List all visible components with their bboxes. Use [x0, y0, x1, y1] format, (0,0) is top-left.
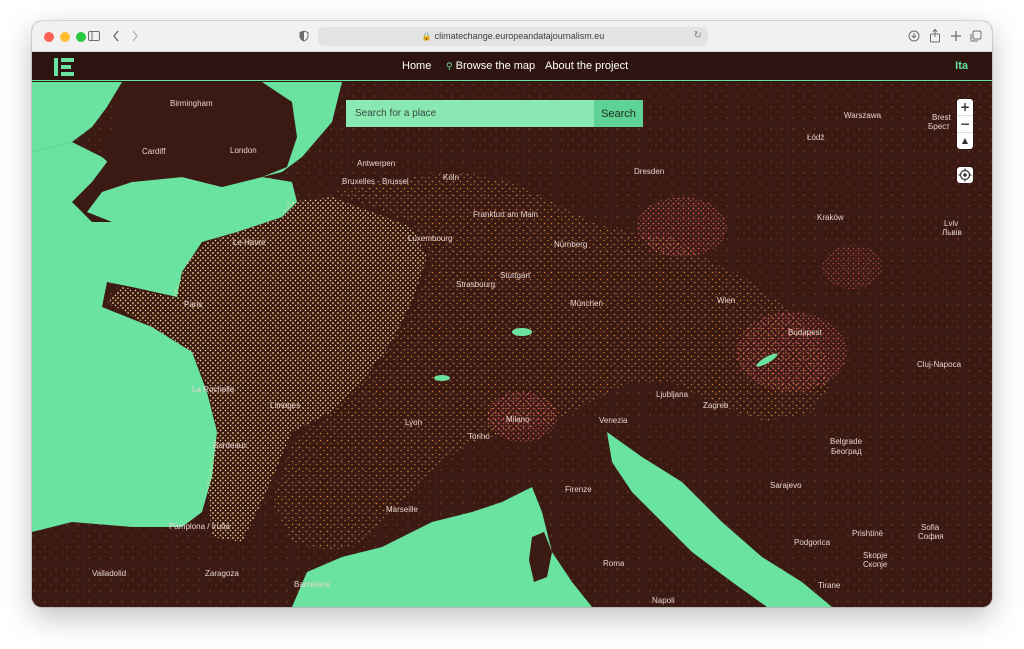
minimize-window-button[interactable]	[60, 32, 70, 42]
place-search: Search	[346, 100, 643, 127]
city-label: Wien	[717, 296, 735, 305]
share-icon[interactable]	[929, 28, 941, 44]
city-label: Bordeaux	[213, 441, 247, 450]
city-label: London	[230, 146, 257, 155]
city-label: Strasbourg	[456, 280, 495, 289]
city-label: Limoges	[270, 401, 300, 410]
lake-constance	[512, 328, 532, 336]
city-label: Cluj-Napoca	[917, 360, 962, 369]
lock-icon: 🔒	[421, 32, 432, 41]
city-label: Kraków	[817, 213, 844, 222]
city-label: Budapest	[788, 328, 823, 337]
city-label: Београд	[831, 447, 862, 456]
forward-icon[interactable]	[131, 28, 139, 44]
city-label: Roma	[603, 559, 625, 568]
browser-window: 🔒 climatechange.europeandatajournalism.eu…	[32, 21, 992, 607]
search-button[interactable]: Search	[594, 100, 643, 127]
city-label: Скопје	[863, 560, 888, 569]
close-window-button[interactable]	[44, 32, 54, 42]
city-label: Ljubljana	[656, 390, 689, 399]
city-label: Valladolid	[92, 569, 126, 578]
nav-browse-map-link[interactable]: ⚲ Browse the map	[446, 52, 535, 81]
sidebar-toggle-icon[interactable]	[88, 28, 100, 44]
city-label: Podgorica	[794, 538, 831, 547]
city-label: Sofia	[921, 523, 940, 532]
city-label: Warszawa	[844, 111, 882, 120]
city-label: Barcelona	[294, 580, 331, 589]
nav-home-link[interactable]: Home	[402, 52, 431, 81]
address-bar[interactable]: 🔒 climatechange.europeandatajournalism.eu…	[318, 27, 708, 46]
compass-button[interactable]: ▲	[957, 132, 973, 148]
city-label: Antwerpen	[357, 159, 395, 168]
privacy-shield-icon[interactable]	[299, 28, 309, 44]
map-pin-icon: ⚲	[446, 61, 453, 71]
city-label: Lyon	[405, 418, 422, 427]
city-label: Brest	[932, 113, 951, 122]
czechia-hotspot	[637, 197, 727, 257]
city-label: Luxembourg	[408, 234, 452, 243]
geolocate-icon	[958, 168, 972, 182]
city-label: Birmingham	[170, 99, 213, 108]
city-label: Milano	[506, 415, 530, 424]
city-label: Paris	[184, 300, 202, 309]
city-label: La Rochelle	[192, 385, 235, 394]
edjnet-logo[interactable]	[54, 57, 76, 77]
browse-map-label: Browse the map	[455, 60, 536, 72]
city-label: Skopje	[863, 551, 888, 560]
city-label: Lviv	[944, 219, 958, 228]
search-input[interactable]	[346, 100, 594, 127]
city-label: Zagreb	[703, 401, 729, 410]
zoom-out-button[interactable]: −	[957, 115, 973, 131]
url-text: climatechange.europeandatajournalism.eu	[434, 31, 605, 41]
city-label: Cardiff	[142, 147, 166, 156]
city-label: Le Havre	[233, 238, 266, 247]
city-label: Venezia	[599, 416, 628, 425]
reload-icon[interactable]: ↻	[694, 30, 702, 41]
city-label: Брест	[928, 122, 950, 131]
climate-map[interactable]: Birmingham London Cardiff Antwerpen Brux…	[32, 82, 992, 607]
city-label: Marseille	[386, 505, 419, 514]
site-navbar: Home ⚲ Browse the map About the project …	[32, 52, 992, 81]
city-label: Tirane	[818, 581, 841, 590]
city-label: Sarajevo	[770, 481, 802, 490]
tab-overview-icon[interactable]	[970, 28, 982, 44]
city-label: Torino	[468, 432, 490, 441]
nav-about-link[interactable]: About the project	[545, 52, 628, 81]
city-label: Köln	[443, 173, 459, 182]
language-switch[interactable]: Ita	[955, 52, 968, 81]
city-label: Stuttgart	[500, 271, 531, 280]
maximize-window-button[interactable]	[76, 32, 86, 42]
city-label: München	[570, 299, 603, 308]
new-tab-icon[interactable]	[950, 28, 962, 44]
city-label: Frankfurt am Main	[473, 210, 538, 219]
back-icon[interactable]	[112, 28, 120, 44]
browser-titlebar: 🔒 climatechange.europeandatajournalism.eu…	[32, 21, 992, 52]
city-label: Belgrade	[830, 437, 863, 446]
city-label: Dresden	[634, 167, 664, 176]
lake-geneva	[434, 375, 450, 381]
geolocate-button[interactable]	[957, 167, 973, 183]
zoom-controls: + − ▲	[957, 99, 973, 149]
city-label: Firenze	[565, 485, 592, 494]
city-label: Nürnberg	[554, 240, 587, 249]
downloads-icon[interactable]	[908, 28, 920, 44]
city-label: Łódź	[807, 133, 824, 142]
city-label: София	[918, 532, 944, 541]
hungary-hotspot	[737, 312, 847, 392]
zoom-in-button[interactable]: +	[957, 99, 973, 115]
city-label: Zaragoza	[205, 569, 239, 578]
city-label: Pamplona / Iruña	[169, 522, 230, 531]
slovakia-hotspot	[822, 245, 882, 289]
city-label: Prishtinë	[852, 529, 884, 538]
city-label: Львів	[942, 228, 962, 237]
city-label: Napoli	[652, 596, 675, 605]
city-label: Bruxelles - Brussel	[342, 177, 409, 186]
